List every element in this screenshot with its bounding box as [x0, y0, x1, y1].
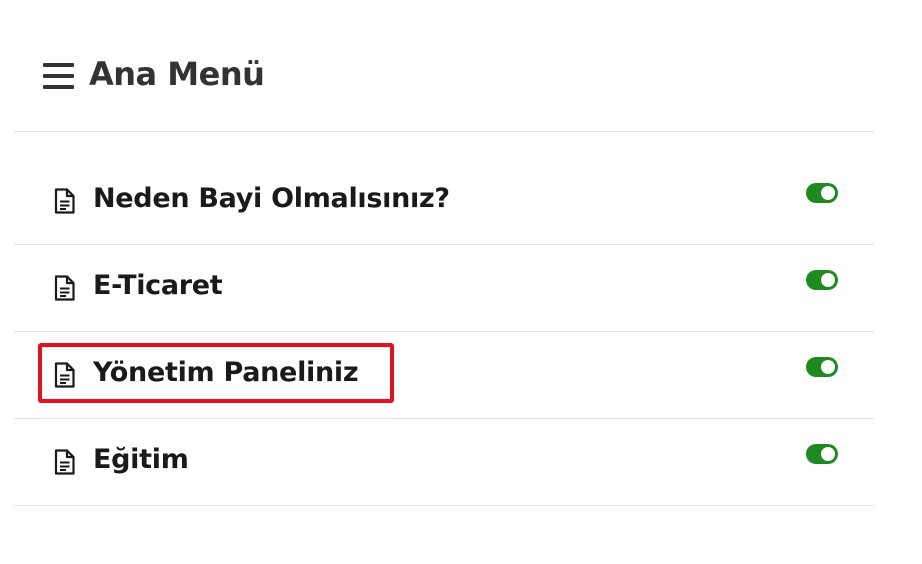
menu-header: Ana Menü	[14, 0, 874, 132]
hamburger-line	[43, 74, 74, 78]
page-title: Ana Menü	[89, 55, 265, 93]
document-icon	[54, 362, 75, 388]
visibility-toggle[interactable]	[806, 444, 838, 464]
toggle-knob	[821, 447, 835, 461]
menu-item-label: Eğitim	[93, 444, 189, 475]
menu-item-neden-bayi[interactable]: Neden Bayi Olmalısınız?	[14, 158, 874, 245]
hamburger-line	[43, 85, 74, 89]
document-icon	[54, 275, 75, 301]
menu-item-label: Yönetim Paneliniz	[93, 357, 359, 388]
toggle-knob	[821, 360, 835, 374]
menu-item-e-ticaret[interactable]: E-Ticaret	[14, 245, 874, 332]
menu-item-egitim[interactable]: Eğitim	[14, 419, 874, 506]
menu-list: Neden Bayi Olmalısınız? E-Ticaret Yöneti…	[14, 158, 874, 506]
visibility-toggle[interactable]	[806, 183, 838, 203]
document-icon	[54, 188, 75, 214]
toggle-knob	[821, 273, 835, 287]
menu-item-yonetim-paneliniz[interactable]: Yönetim Paneliniz	[14, 332, 874, 419]
visibility-toggle[interactable]	[806, 270, 838, 290]
main-menu-page: Ana Menü Neden Bayi Olmalısınız? E-Ticar	[0, 0, 922, 564]
hamburger-line	[43, 63, 74, 67]
menu-item-label: Neden Bayi Olmalısınız?	[93, 183, 450, 214]
menu-item-label: E-Ticaret	[93, 270, 223, 301]
hamburger-icon[interactable]	[43, 63, 74, 89]
document-icon	[54, 449, 75, 475]
visibility-toggle[interactable]	[806, 357, 838, 377]
toggle-knob	[821, 186, 835, 200]
